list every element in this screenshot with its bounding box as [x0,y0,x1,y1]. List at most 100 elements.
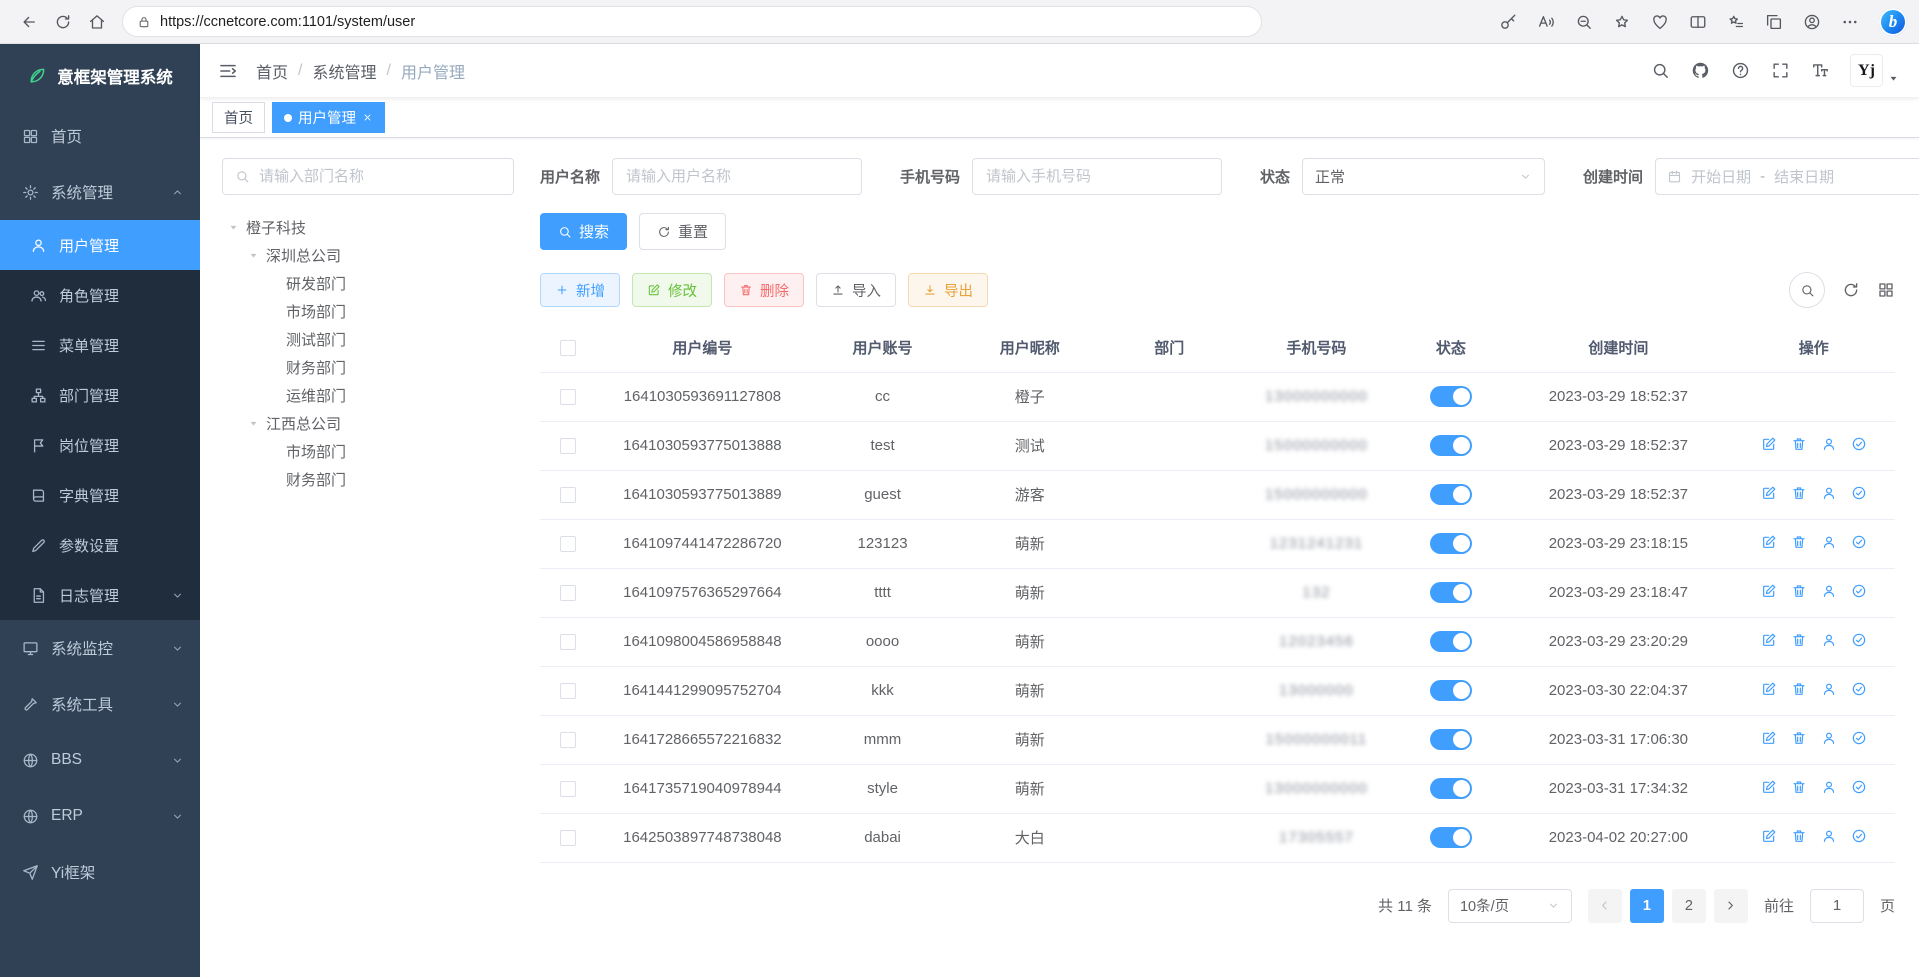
status-toggle[interactable] [1430,631,1472,652]
hamburger-icon[interactable] [218,61,238,81]
page-button-1[interactable]: 1 [1630,889,1664,923]
home-icon[interactable] [80,6,114,38]
breadcrumb-item[interactable]: 系统管理 [312,59,376,83]
edit-icon[interactable] [1761,828,1777,844]
reset-button[interactable]: 重置 [639,213,726,250]
toggle-search-icon[interactable] [1789,272,1825,308]
status-toggle[interactable] [1430,386,1472,407]
reload-icon[interactable] [46,6,80,38]
sidebar-item-系统管理[interactable]: 系统管理 [0,164,200,220]
edit-icon[interactable] [1761,534,1777,550]
search-button[interactable]: 搜索 [540,213,627,250]
row-checkbox[interactable] [560,389,576,405]
delete-icon[interactable] [1791,436,1807,452]
fullscreen-icon[interactable] [1760,44,1800,98]
status-toggle[interactable] [1430,484,1472,505]
row-checkbox[interactable] [560,781,576,797]
caret-down-icon[interactable] [228,222,239,233]
avatar[interactable]: Yj [1850,54,1883,87]
delete-icon[interactable] [1791,730,1807,746]
import-button[interactable]: 导入 [816,273,896,307]
column-settings-icon[interactable] [1877,281,1895,299]
tree-node-市场部门[interactable]: 市场部门 [222,437,514,465]
prev-page-button[interactable] [1588,889,1622,923]
edit-icon[interactable] [1761,779,1777,795]
more-icon[interactable] [1833,6,1867,38]
delete-icon[interactable] [1791,828,1807,844]
export-button[interactable]: 导出 [908,273,988,307]
edit-icon[interactable] [1761,436,1777,452]
phone-input[interactable] [972,158,1222,195]
username-input[interactable] [612,158,862,195]
tab-首页[interactable]: 首页 [212,102,265,133]
sidebar-item-菜单管理[interactable]: 菜单管理 [0,320,200,370]
verify-icon[interactable] [1851,436,1867,452]
refresh-table-icon[interactable] [1842,281,1860,299]
tree-node-运维部门[interactable]: 运维部门 [222,381,514,409]
verify-icon[interactable] [1851,485,1867,501]
assign-role-icon[interactable] [1821,632,1837,648]
read-aloud-icon[interactable] [1529,6,1563,38]
url-bar[interactable]: https://ccnetcore.com:1101/system/user [122,6,1262,37]
row-checkbox[interactable] [560,683,576,699]
sidebar-item-字典管理[interactable]: 字典管理 [0,470,200,520]
sidebar-item-角色管理[interactable]: 角色管理 [0,270,200,320]
assign-role-icon[interactable] [1821,534,1837,550]
date-range-picker[interactable]: 开始日期 - 结束日期 [1655,158,1919,195]
tree-node-橙子科技[interactable]: 橙子科技 [222,213,514,241]
tree-node-研发部门[interactable]: 研发部门 [222,269,514,297]
sidebar-item-系统工具[interactable]: 系统工具 [0,676,200,732]
delete-icon[interactable] [1791,534,1807,550]
goto-page-input[interactable] [1810,889,1864,923]
delete-icon[interactable] [1791,632,1807,648]
page-size-select[interactable]: 10条/页 [1448,889,1572,923]
delete-icon[interactable] [1791,681,1807,697]
department-search[interactable] [222,158,514,195]
edit-icon[interactable] [1761,485,1777,501]
delete-button[interactable]: 删除 [724,273,804,307]
sidebar-item-参数设置[interactable]: 参数设置 [0,520,200,570]
assign-role-icon[interactable] [1821,681,1837,697]
edit-icon[interactable] [1761,583,1777,599]
add-button[interactable]: 新增 [540,273,620,307]
row-checkbox[interactable] [560,634,576,650]
tree-node-财务部门[interactable]: 财务部门 [222,353,514,381]
sidebar-item-ERP[interactable]: ERP [0,788,200,844]
tree-node-深圳总公司[interactable]: 深圳总公司 [222,241,514,269]
assign-role-icon[interactable] [1821,779,1837,795]
favorites-icon[interactable] [1719,6,1753,38]
tree-node-测试部门[interactable]: 测试部门 [222,325,514,353]
sidebar-item-首页[interactable]: 首页 [0,108,200,164]
tree-node-江西总公司[interactable]: 江西总公司 [222,409,514,437]
row-checkbox[interactable] [560,536,576,552]
edit-icon[interactable] [1761,681,1777,697]
assign-role-icon[interactable] [1821,828,1837,844]
delete-icon[interactable] [1791,583,1807,599]
department-search-input[interactable] [259,168,501,185]
add-favorite-icon[interactable] [1605,6,1639,38]
status-toggle[interactable] [1430,533,1472,554]
status-toggle[interactable] [1430,435,1472,456]
sidebar-item-岗位管理[interactable]: 岗位管理 [0,420,200,470]
github-icon[interactable] [1680,44,1720,98]
tree-node-市场部门[interactable]: 市场部门 [222,297,514,325]
sidebar-item-日志管理[interactable]: 日志管理 [0,570,200,620]
assign-role-icon[interactable] [1821,730,1837,746]
collections-icon[interactable] [1757,6,1791,38]
edit-icon[interactable] [1761,730,1777,746]
edit-icon[interactable] [1761,632,1777,648]
status-toggle[interactable] [1430,827,1472,848]
next-page-button[interactable] [1714,889,1748,923]
sidebar-item-BBS[interactable]: BBS [0,732,200,788]
browser-profile-icon[interactable] [1795,6,1829,38]
status-select[interactable]: 正常 [1302,158,1545,195]
help-icon[interactable] [1720,44,1760,98]
row-checkbox[interactable] [560,732,576,748]
caret-down-icon[interactable] [248,250,259,261]
verify-icon[interactable] [1851,730,1867,746]
caret-down-icon[interactable] [248,418,259,429]
row-checkbox[interactable] [560,487,576,503]
assign-role-icon[interactable] [1821,583,1837,599]
select-all-checkbox[interactable] [560,340,576,356]
verify-icon[interactable] [1851,828,1867,844]
